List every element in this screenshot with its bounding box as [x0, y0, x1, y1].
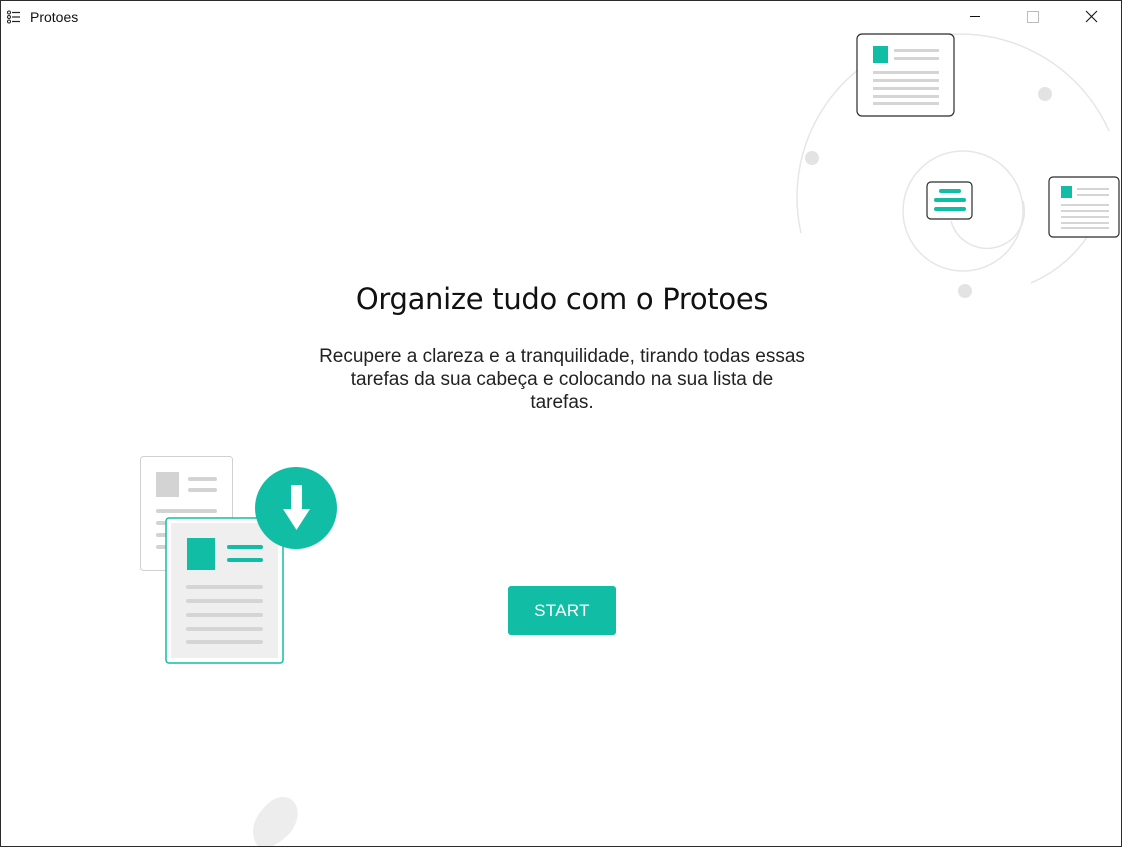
page-subtitle: Recupere a clareza e a tranquilidade, ti… [319, 346, 805, 413]
front-document-icon [165, 517, 284, 664]
menu-card-icon [926, 181, 973, 220]
document-card-icon [856, 33, 955, 117]
orbit-dot [805, 151, 819, 165]
document-card-small-icon [1048, 176, 1120, 238]
download-arrow-icon [255, 467, 337, 549]
app-window: Protoes Organize tudo com o Protoes Recu… [0, 0, 1122, 847]
documents-illustration [140, 456, 337, 664]
orbit-illustration [796, 33, 1120, 298]
window-title: Protoes [30, 9, 79, 25]
start-button[interactable]: START [508, 586, 616, 635]
checklist-icon [7, 10, 20, 24]
page-title: Organize tudo com o Protoes [355, 282, 769, 317]
bottom-decoration [253, 797, 298, 846]
orbit-dot [1038, 87, 1052, 101]
